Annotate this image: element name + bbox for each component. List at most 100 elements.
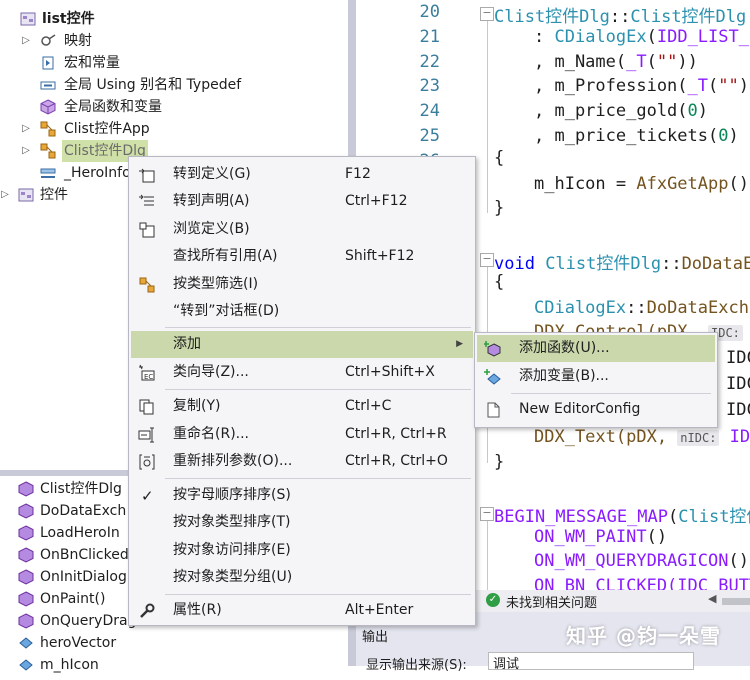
add-variable-icon: [484, 368, 502, 386]
menu-item-group-by-type[interactable]: 按对象类型分组(U): [131, 564, 473, 591]
code-line: ON_BN_CLICKED(IDC_BUTT: [534, 576, 750, 590]
method-icon: [18, 547, 34, 563]
project-icon: [18, 187, 34, 203]
go-to-definition-icon: [138, 166, 156, 184]
menu-item-new-editorconfig[interactable]: New EditorConfig: [477, 396, 715, 423]
menu-separator: [165, 594, 471, 595]
output-title: 输出: [362, 630, 389, 645]
menu-item-reorder-parameters[interactable]: 重新排列参数(O)... Ctrl+R, Ctrl+O: [131, 448, 473, 475]
code-line: ON_WM_QUERYDRAGICON(): [534, 551, 749, 571]
tree-item-maps[interactable]: ▷ 映射: [0, 30, 348, 52]
menu-item-find-all-references[interactable]: 查找所有引用(A) Shift+F12: [131, 243, 473, 270]
class-wizard-icon: EC: [138, 364, 156, 382]
go-to-declaration-icon: [138, 193, 156, 211]
method-icon: [18, 591, 34, 607]
menu-item-sort-by-type[interactable]: 按对象类型排序(T): [131, 509, 473, 536]
wrench-icon: [138, 602, 156, 620]
method-icon: [18, 481, 34, 497]
code-line: Clist控件Dlg::Clist控件Dlg: [494, 7, 747, 27]
menu-item-add-function[interactable]: 添加函数(U)...: [477, 335, 715, 362]
expand-arrow-icon[interactable]: ▷: [20, 118, 32, 140]
line-number: 20: [419, 2, 440, 22]
line-number: 21: [419, 27, 440, 47]
project-icon: [20, 11, 36, 27]
output-source-select[interactable]: 调试: [488, 652, 694, 672]
line-number: 22: [419, 52, 440, 72]
scroll-left-icon[interactable]: ◀: [708, 592, 716, 605]
context-menu: 转到定义(G) F12 转到声明(A) Ctrl+F12 浏览定义(B) 查找所…: [128, 156, 476, 626]
tree-item-macros[interactable]: 宏和常量: [0, 52, 348, 74]
collapse-icon[interactable]: −: [480, 253, 494, 267]
file-icon: [484, 401, 502, 419]
filter-icon: [138, 276, 156, 294]
tree-item-project[interactable]: list控件: [0, 8, 348, 30]
expand-arrow-icon[interactable]: ▷: [20, 30, 32, 52]
code-line: , m_price_gold(0): [534, 101, 709, 121]
horizontal-scrollbar-thumb[interactable]: [722, 598, 750, 605]
menu-item-sort-by-access[interactable]: 按对象访问排序(E): [131, 537, 473, 564]
code-line: }: [494, 452, 505, 472]
menu-separator: [165, 478, 471, 479]
class-icon: [40, 143, 56, 159]
code-line: DDX_Text(pDX, nIDC: IDC: [534, 427, 750, 447]
fold-guide: [487, 521, 488, 591]
menu-item-filter-by-type[interactable]: 按类型筛选(I): [131, 271, 473, 298]
add-function-icon: [483, 340, 502, 358]
tree-item-globals[interactable]: 全局函数和变量: [0, 96, 348, 118]
field-icon: [18, 657, 34, 673]
watermark: 知乎 @钧一朵雪: [566, 624, 721, 648]
tree-item-label: Clist控件App: [64, 121, 150, 137]
svg-text:EC: EC: [144, 373, 153, 381]
reorder-parameters-icon: [138, 453, 156, 471]
typedef-icon: [40, 77, 56, 93]
code-line: m_hIcon = AfxGetApp()-: [534, 174, 750, 194]
menu-item-peek-definition[interactable]: 浏览定义(B): [131, 216, 473, 243]
code-line: IDC: [726, 374, 750, 394]
menu-item-sort-alphabetically[interactable]: ✓ 按字母顺序排序(S): [131, 482, 473, 509]
tree-item-typedefs[interactable]: 全局 Using 别名和 Typedef: [0, 74, 348, 96]
menu-item-add[interactable]: 添加 ▶: [131, 331, 473, 358]
tree-item-label: _HeroInfo: [64, 165, 131, 181]
issues-status: 未找到相关问题: [506, 596, 598, 611]
tree-item-label: 映射: [64, 33, 92, 49]
copy-icon: [138, 398, 156, 416]
expand-arrow-icon[interactable]: ▷: [0, 184, 11, 206]
field-icon: [18, 635, 34, 651]
menu-separator: [165, 327, 471, 328]
line-number: 24: [419, 101, 440, 121]
map-icon: [40, 33, 56, 49]
tree-item-label: 全局函数和变量: [64, 99, 162, 115]
tree-item-app-class[interactable]: ▷ Clist控件App: [0, 118, 348, 140]
menu-separator: [165, 389, 471, 390]
code-line: }: [494, 198, 505, 218]
editor-status-strip: ✓ 未找到相关问题 ◀: [476, 590, 750, 612]
code-line: : CDialogEx(IDD_LIST_D: [534, 27, 750, 47]
menu-item-copy[interactable]: 复制(Y) Ctrl+C: [131, 393, 473, 420]
tree-item-label: 宏和常量: [64, 55, 120, 71]
code-line: , m_price_tickets(0): [534, 126, 739, 146]
menu-item-class-wizard[interactable]: EC 类向导(Z)... Ctrl+Shift+X: [131, 359, 473, 386]
menu-item-add-variable[interactable]: 添加变量(B)...: [477, 363, 715, 390]
expand-arrow-icon[interactable]: ▷: [20, 140, 32, 162]
menu-item-go-to-definition[interactable]: 转到定义(G) F12: [131, 161, 473, 188]
method-icon: [18, 503, 34, 519]
code-line: ON_WM_PAINT(): [534, 527, 668, 547]
menu-item-properties[interactable]: 属性(R) Alt+Enter: [131, 597, 473, 624]
tree-item-label: 控件: [40, 187, 68, 203]
code-line: BEGIN_MESSAGE_MAP(Clist控件: [494, 507, 750, 527]
collapse-icon[interactable]: −: [480, 507, 494, 521]
menu-item-go-to-declaration[interactable]: 转到声明(A) Ctrl+F12: [131, 188, 473, 215]
tree-item-label: 全局 Using 别名和 Typedef: [64, 77, 242, 93]
code-line: {: [494, 148, 505, 168]
submenu-arrow-icon: ▶: [456, 339, 463, 349]
collapse-icon[interactable]: −: [480, 7, 494, 21]
checkmark-icon: ✓: [141, 487, 154, 505]
code-line: IDC: [726, 348, 750, 368]
code-line: , m_Profession(_T("")): [534, 76, 750, 96]
tree-item-label: list控件: [42, 11, 95, 27]
method-icon: [18, 525, 34, 541]
menu-item-rename[interactable]: 重命名(R)... Ctrl+R, Ctrl+R: [131, 421, 473, 448]
method-icon: [18, 569, 34, 585]
macro-icon: [40, 55, 56, 71]
menu-item-goto-dialog[interactable]: “转到”对话框(D): [131, 298, 473, 325]
